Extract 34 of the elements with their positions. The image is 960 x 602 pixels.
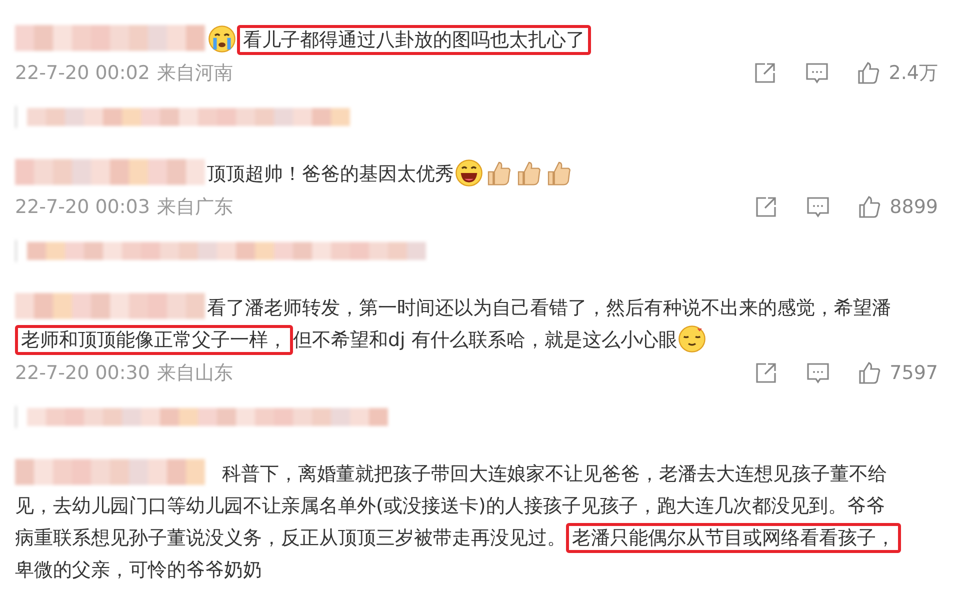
comment-date: 22-7-20 00:03 (15, 196, 150, 218)
comment-icon[interactable] (806, 195, 830, 219)
comment-text: 顶顶超帅！爸爸的基因太优秀 (207, 163, 454, 185)
thumbs-up-icon (485, 159, 513, 187)
highlighted-text: 老潘只能偶尔从节目或网络看看孩子， (566, 523, 901, 553)
comment-text: 病重联系想见孙子董说没义务，反正从顶顶三岁被带走再没见过。 (15, 527, 566, 549)
comment-text: 但不希望和dj 有什么联系哈，就是这么小心眼 (293, 329, 678, 351)
comment-text: 见，去幼儿园门口等幼儿园不让亲属名单外(或没接送卡)的人接孩子见孩子，跑大连几次都没见到。爷爷 (15, 495, 885, 517)
share-icon[interactable] (754, 361, 778, 385)
thumbs-up-icon (858, 361, 882, 385)
highlighted-text: 老师和顶顶能像正常父子一样， (15, 325, 293, 355)
comment-text: 科普下，离婚董就把孩子带回大连娘家不让见爸爸，老潘去大连想见孩子董不给 (222, 463, 887, 485)
comment-location: 来自山东 (156, 361, 233, 386)
share-icon[interactable] (754, 195, 778, 219)
comment-text: 卑微的父亲，可怜的爷爷奶奶 (15, 559, 262, 581)
thumbs-up-icon (545, 159, 573, 187)
comment-location: 来自河南 (156, 61, 233, 86)
smiling-face-icon (678, 325, 706, 353)
like-button[interactable]: 2.4万 (856, 60, 938, 86)
comment-date: 22-7-20 00:30 (15, 362, 150, 384)
highlighted-text: 看儿子都得通过八卦放的图吗也太扎心了 (237, 25, 591, 55)
comment-location: 来自广东 (156, 195, 233, 220)
comment-icon[interactable] (804, 61, 829, 85)
thumbs-up-icon (856, 61, 881, 85)
comment-text: 看了潘老师转发，第一时间还以为自己看错了，然后有种说不出来的感觉，希望潘 (207, 297, 891, 319)
comment-date: 22-7-20 00:02 (15, 62, 150, 84)
grinning-face-icon (455, 159, 483, 187)
thumbs-up-icon (858, 195, 882, 219)
like-button[interactable]: 7597 (858, 361, 938, 385)
crying-face-icon (208, 25, 236, 53)
comment-icon[interactable] (806, 361, 830, 385)
thumbs-up-icon (515, 159, 543, 187)
like-button[interactable]: 8899 (858, 195, 938, 219)
share-icon[interactable] (752, 61, 777, 85)
